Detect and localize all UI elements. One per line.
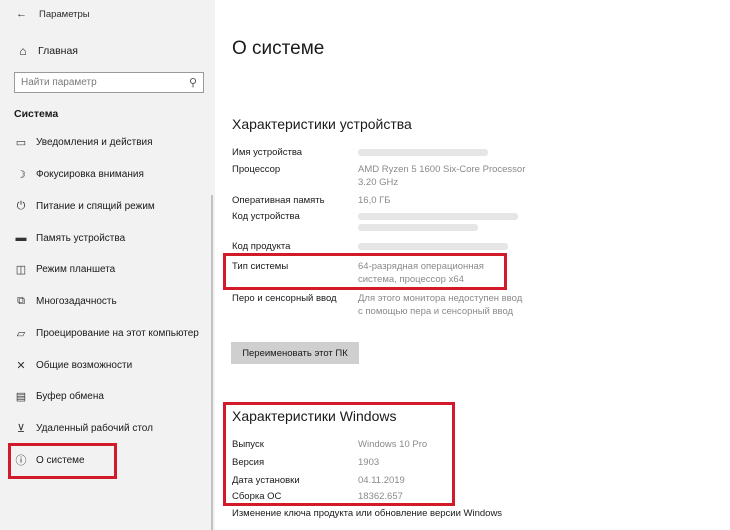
search-input[interactable]: Найти параметр ⚲ <box>14 72 204 93</box>
device-id-label: Код устройства <box>232 211 300 222</box>
product-id-label: Код продукта <box>232 241 291 252</box>
back-arrow-icon[interactable]: ← <box>16 8 27 20</box>
ram-value: 16,0 ГБ <box>358 195 391 206</box>
page-title: О системе <box>232 38 325 59</box>
search-icon[interactable]: ⚲ <box>189 76 197 89</box>
sidebar-item-multitasking[interactable]: ⧉ Многозадачность <box>14 292 117 310</box>
sidebar-item-label: Режим планшета <box>36 263 116 275</box>
storage-icon: ▬ <box>15 232 27 244</box>
sidebar-item-label: Удаленный рабочий стол <box>36 422 153 434</box>
tablet-icon: ◫ <box>15 263 27 276</box>
sidebar-item-label: Память устройства <box>36 232 126 244</box>
sidebar-item-notifications[interactable]: ▭ Уведомления и действия <box>14 133 153 151</box>
sidebar-item-clipboard[interactable]: ▤ Буфер обмена <box>14 387 104 405</box>
highlight-box-windows-specs <box>223 402 455 506</box>
remote-icon: ⊻ <box>16 422 26 435</box>
sidebar-item-shared-experiences[interactable]: ✕ Общие возможности <box>14 356 132 374</box>
sidebar-item-label: Общие возможности <box>36 359 133 371</box>
sidebar-item-remote-desktop[interactable]: ⊻ Удаленный рабочий стол <box>14 419 153 437</box>
multitask-icon: ⧉ <box>17 294 25 307</box>
highlight-box-about <box>8 443 117 479</box>
home-icon: ⌂ <box>19 44 27 58</box>
ram-label: Оперативная память <box>232 195 325 206</box>
sidebar-item-storage[interactable]: ▬ Память устройства <box>14 229 126 247</box>
project-icon: ▱ <box>16 327 26 340</box>
sidebar-item-tablet[interactable]: ◫ Режим планшета <box>14 260 115 278</box>
sidebar-item-label: Проецирование на этот компьютер <box>36 327 199 339</box>
highlight-box-system-type <box>223 253 507 290</box>
search-placeholder: Найти параметр <box>21 77 97 88</box>
power-icon: ⏻ <box>16 199 26 212</box>
sidebar-item-label: Питание и спящий режим <box>36 200 155 212</box>
sidebar-item-projecting[interactable]: ▱ Проецирование на этот компьютер <box>14 324 199 342</box>
device-id-value-redacted-2 <box>358 224 478 231</box>
share-icon: ✕ <box>16 359 26 372</box>
sidebar-item-focus-assist[interactable]: ☽ Фокусировка внимания <box>14 165 144 183</box>
device-name-label: Имя устройства <box>232 147 303 158</box>
device-specs-heading: Характеристики устройства <box>232 116 412 132</box>
product-id-value-redacted <box>358 243 508 250</box>
sidebar-item-home[interactable]: ⌂ Главная <box>16 44 78 58</box>
device-name-value-redacted <box>358 149 488 156</box>
window-title-bar: ← Параметры <box>16 8 90 20</box>
clipboard-icon: ▤ <box>15 390 27 403</box>
section-title: Система <box>14 108 59 120</box>
sidebar-item-label: Фокусировка внимания <box>36 168 144 180</box>
sidebar-item-power[interactable]: ⏻ Питание и спящий режим <box>14 197 155 215</box>
sidebar-item-label: Уведомления и действия <box>36 136 153 148</box>
home-label: Главная <box>38 45 78 57</box>
rename-pc-button[interactable]: Переименовать этот ПК <box>231 342 359 364</box>
pen-touch-value: Для этого монитора недоступен ввод с пом… <box>358 293 523 317</box>
moon-icon: ☽ <box>16 168 26 181</box>
processor-label: Процессор <box>232 164 281 175</box>
sidebar-item-label: Буфер обмена <box>36 390 104 402</box>
sidebar-item-label: Многозадачность <box>36 295 117 307</box>
device-id-value-redacted <box>358 213 518 220</box>
pen-touch-label: Перо и сенсорный ввод <box>232 293 337 304</box>
sidebar: ← Параметры ⌂ Главная Найти параметр ⚲ С… <box>0 0 215 530</box>
window-title: Параметры <box>39 8 90 20</box>
monitor-icon: ▭ <box>15 136 27 149</box>
change-product-key-link[interactable]: Изменение ключа продукта или обновление … <box>232 508 502 519</box>
processor-value: AMD Ryzen 5 1600 Six-Core Processor 3.20… <box>358 164 526 188</box>
sidebar-scrollbar[interactable] <box>211 195 213 530</box>
